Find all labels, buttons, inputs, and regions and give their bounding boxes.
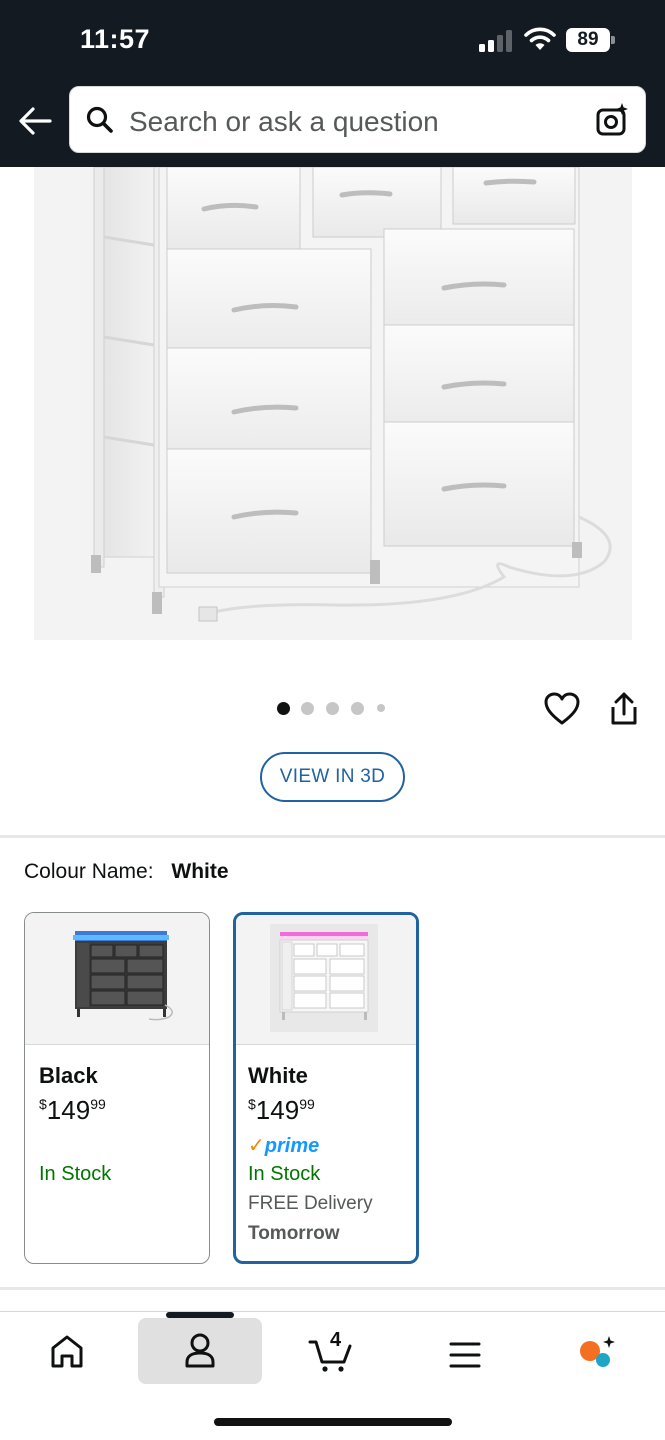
active-nav-indicator	[166, 1312, 234, 1318]
wishlist-heart-icon[interactable]	[544, 692, 580, 726]
pagination-dot[interactable]	[277, 702, 290, 715]
option-price: $14999	[248, 1095, 315, 1125]
black-dresser-thumbnail	[73, 931, 173, 1021]
battery-indicator: 89	[566, 28, 616, 52]
colour-name-row: Colour Name: White	[24, 860, 229, 884]
colour-label: Colour Name:	[24, 860, 154, 883]
swatch-thumbnail-area	[25, 913, 209, 1045]
prime-badge: ✓prime	[248, 1133, 319, 1157]
nav-menu[interactable]	[434, 1318, 496, 1384]
home-indicator-bar[interactable]	[214, 1418, 452, 1426]
pagination-dot[interactable]	[377, 704, 385, 712]
prime-check-icon: ✓	[248, 1135, 265, 1157]
delivery-day: Tomorrow	[248, 1223, 340, 1244]
option-name: Black	[39, 1063, 98, 1088]
share-icon[interactable]	[608, 692, 640, 726]
top-bar: 11:57 89 Search or ask a question	[0, 0, 665, 167]
search-placeholder: Search or ask a question	[129, 106, 439, 137]
status-time: 11:57	[80, 24, 151, 54]
back-arrow-icon[interactable]	[16, 102, 54, 140]
search-icon	[86, 106, 113, 133]
colour-option-black[interactable]: Black $14999 In Stock	[24, 912, 210, 1264]
swatch-thumbnail-area	[236, 915, 416, 1045]
pagination-dot[interactable]	[351, 702, 364, 715]
account-icon	[185, 1333, 215, 1368]
battery-level: 89	[566, 28, 610, 52]
selected-colour-value: White	[171, 860, 229, 883]
stock-status: In Stock	[39, 1163, 112, 1185]
option-name: White	[248, 1063, 308, 1088]
product-image[interactable]	[34, 167, 632, 640]
pagination-dot[interactable]	[326, 702, 339, 715]
cellular-signal-icon	[479, 28, 515, 52]
camera-search-icon[interactable]	[594, 102, 630, 138]
delivery-text: FREE Delivery	[248, 1193, 373, 1214]
view-in-3d-button[interactable]: VIEW IN 3D	[260, 752, 405, 802]
nav-rufus[interactable]	[568, 1318, 630, 1384]
rufus-icon	[580, 1336, 615, 1367]
stock-status: In Stock	[248, 1163, 321, 1185]
cart-count-badge: 4	[330, 1329, 342, 1351]
wifi-icon	[524, 27, 556, 50]
nav-account[interactable]	[138, 1318, 262, 1384]
pagination-dot[interactable]	[301, 702, 314, 715]
menu-icon	[449, 1342, 481, 1368]
white-dresser-thumbnail	[270, 924, 378, 1032]
prime-label: prime	[264, 1135, 320, 1157]
dresser-illustration	[91, 167, 612, 622]
divider	[0, 835, 665, 838]
colour-option-white[interactable]: White $14999 ✓prime In Stock FREE Delive…	[233, 912, 419, 1264]
home-icon	[51, 1335, 83, 1368]
option-price: $14999	[39, 1095, 106, 1125]
divider	[0, 1287, 665, 1290]
nav-home[interactable]	[36, 1318, 98, 1384]
search-input[interactable]: Search or ask a question	[69, 86, 646, 153]
